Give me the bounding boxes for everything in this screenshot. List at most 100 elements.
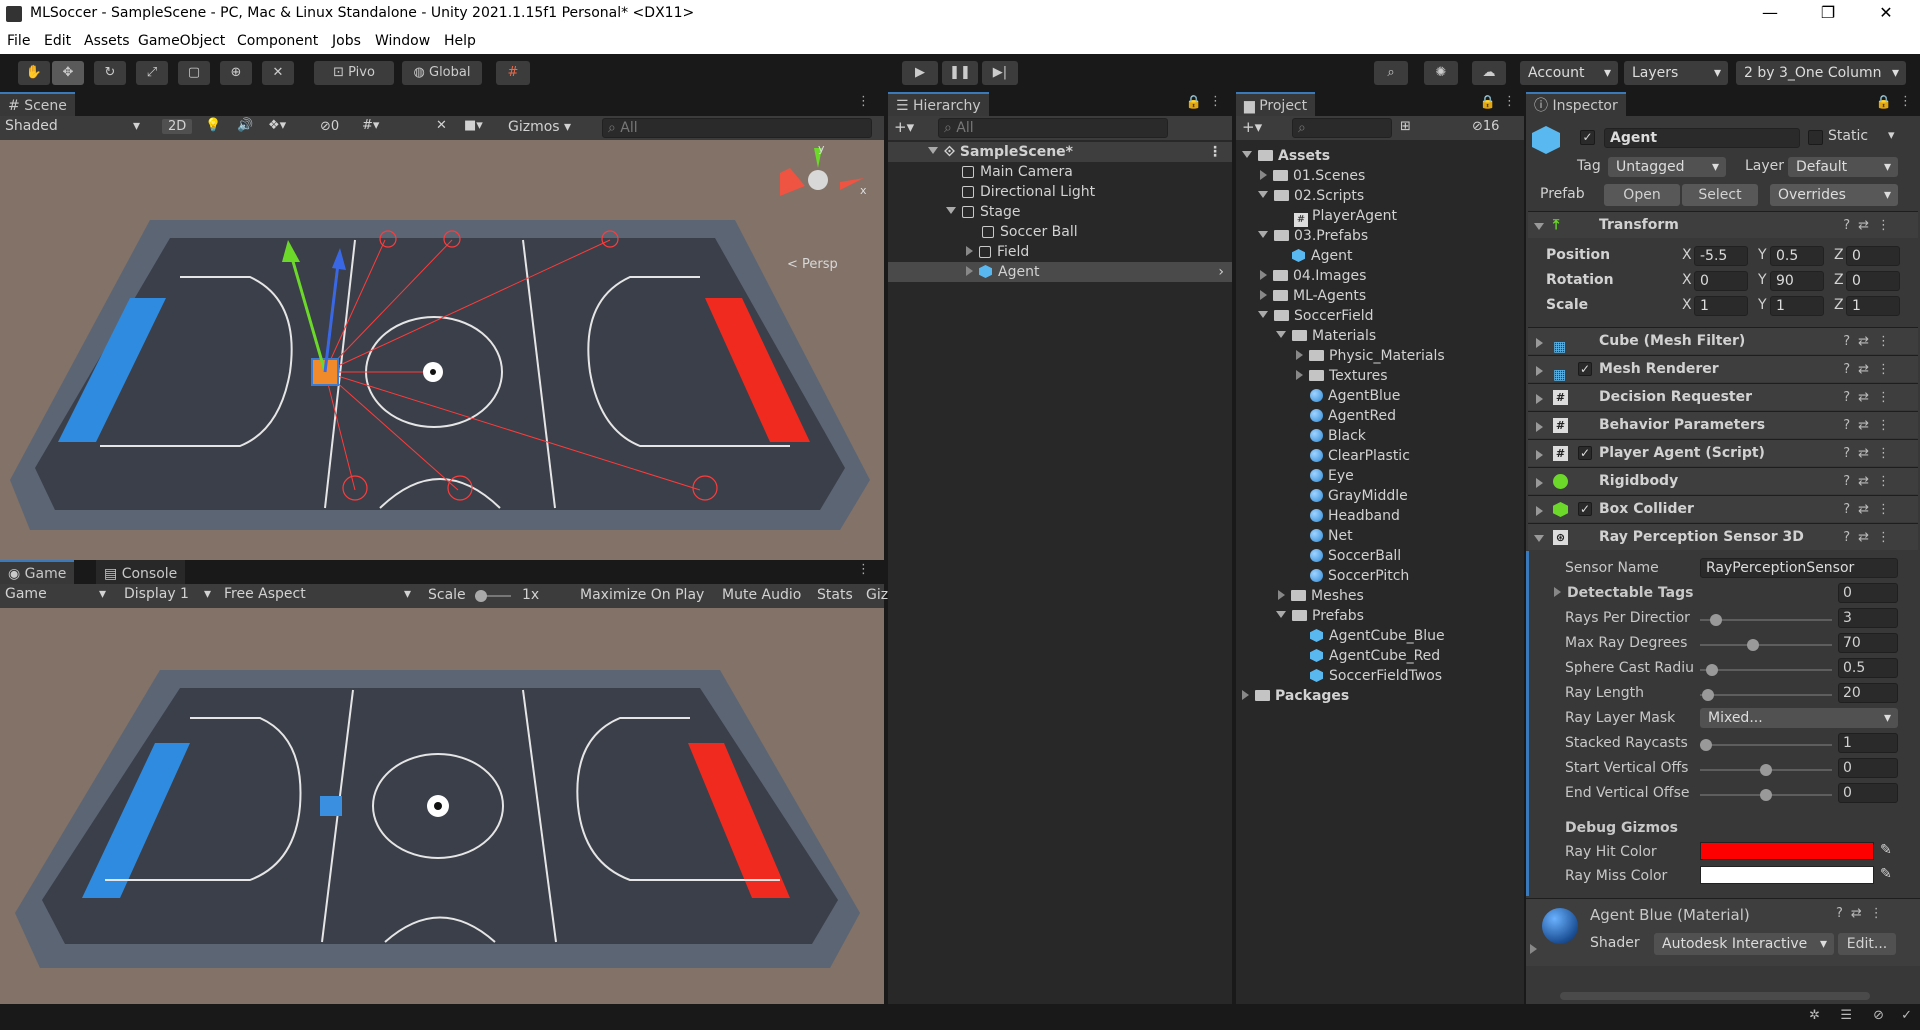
component-actions[interactable]: ?⇄⋮ — [1843, 524, 1898, 551]
list-item[interactable]: Materials — [1236, 326, 1376, 346]
menu-gameobject[interactable]: GameObject — [138, 33, 225, 49]
player-agent-header[interactable]: # ✓ Player Agent (Script) ?⇄⋮ — [1528, 439, 1918, 466]
list-item[interactable]: SoccerFieldTwos — [1236, 666, 1442, 686]
enabled-checkbox[interactable]: ✓ — [1578, 362, 1592, 376]
sphere-cast-radius-field[interactable]: 0.5 — [1838, 658, 1898, 678]
list-item[interactable]: ⟐ SampleScene* ⋮ — [888, 142, 1232, 162]
mesh-filter-header[interactable]: ▦ Cube (Mesh Filter) ?⇄⋮ — [1528, 327, 1918, 355]
list-item[interactable]: Assets — [1236, 146, 1330, 166]
lock-icon[interactable]: 🔒 — [1186, 95, 1202, 110]
stacked-raycasts-slider[interactable] — [1700, 739, 1832, 751]
scale-y-field[interactable]: 1 — [1770, 296, 1824, 316]
behavior-parameters-header[interactable]: # Behavior Parameters ?⇄⋮ — [1528, 411, 1918, 438]
list-item[interactable]: Field — [888, 242, 1029, 262]
search-icon[interactable]: ⌕ — [1374, 61, 1408, 85]
ray-length-field[interactable]: 20 — [1838, 683, 1898, 703]
rigidbody-header[interactable]: Rigidbody ?⇄⋮ — [1528, 467, 1918, 494]
display-mode-dropdown[interactable]: Game ▾ — [5, 586, 111, 602]
scene-search-input[interactable]: ⌕ All — [602, 118, 872, 138]
shader-dropdown[interactable]: Autodesk Interactive — [1654, 933, 1834, 955]
list-item[interactable]: AgentBlue — [1236, 386, 1400, 406]
position-y-field[interactable]: 0.5 — [1770, 246, 1824, 266]
more-icon[interactable]: ⋮ — [1209, 94, 1222, 109]
detectable-tags-count[interactable]: 0 — [1838, 583, 1898, 603]
gizmos-toggle[interactable]: Giz — [866, 587, 888, 603]
hidden-objects-icon[interactable]: ⊘0 — [320, 119, 339, 134]
scale-x-field[interactable]: 1 — [1694, 296, 1748, 316]
list-item[interactable]: Agent › — [888, 262, 1232, 282]
aspect-dropdown[interactable]: Free Aspect ▾ — [224, 586, 416, 602]
list-item[interactable]: # PlayerAgent — [1236, 206, 1397, 227]
account-dropdown[interactable]: Account — [1520, 61, 1618, 85]
scene-viewport[interactable]: y x < Persp — [0, 140, 884, 560]
list-item[interactable]: Net — [1236, 526, 1353, 546]
close-button[interactable]: ✕ — [1866, 3, 1906, 22]
more-icon[interactable]: ⋮ — [857, 562, 870, 577]
list-item[interactable]: Headband — [1236, 506, 1400, 526]
list-item[interactable]: Prefabs — [1236, 606, 1364, 626]
list-item[interactable]: Packages — [1236, 686, 1349, 706]
start-vertical-offset-field[interactable]: 0 — [1838, 758, 1898, 778]
stacked-raycasts-field[interactable]: 1 — [1838, 733, 1898, 753]
component-actions[interactable]: ?⇄⋮ — [1843, 412, 1898, 439]
object-name-input[interactable]: Agent — [1604, 128, 1800, 148]
overrides-dropdown[interactable]: Overrides — [1770, 184, 1898, 206]
check-icon[interactable]: ✓ — [1901, 1008, 1912, 1023]
ray-length-slider[interactable] — [1700, 689, 1832, 701]
menu-jobs[interactable]: Jobs — [332, 33, 361, 49]
stats-toggle[interactable]: Stats — [817, 587, 853, 603]
move-tool-icon[interactable]: ✥ — [52, 61, 84, 85]
menu-file[interactable]: File — [7, 33, 30, 49]
more-icon[interactable]: ⋮ — [1899, 94, 1912, 109]
ray-hit-color-swatch[interactable] — [1700, 842, 1874, 860]
list-item[interactable]: Main Camera — [888, 162, 1073, 182]
list-item[interactable]: Agent — [1236, 246, 1352, 266]
maximize-on-play-toggle[interactable]: Maximize On Play — [580, 587, 704, 603]
gizmos-dropdown[interactable]: Gizmos ▾ — [508, 119, 571, 135]
more-icon[interactable]: ⋮ — [1503, 94, 1516, 109]
list-item[interactable]: SoccerField — [1236, 306, 1374, 326]
detectable-tags-label[interactable]: Detectable Tags — [1554, 585, 1693, 601]
list-item[interactable]: AgentCube_Red — [1236, 646, 1440, 666]
list-item[interactable]: Black — [1236, 426, 1366, 446]
box-collider-header[interactable]: ✓ Box Collider ?⇄⋮ — [1528, 495, 1918, 522]
persp-label[interactable]: < Persp — [787, 257, 838, 272]
tab-inspector[interactable]: ⓘ Inspector — [1526, 92, 1626, 116]
hidden-packages-icon[interactable]: ⊘16 — [1472, 119, 1499, 134]
tab-console[interactable]: ▤ Console — [96, 560, 186, 584]
shader-edit-button[interactable]: Edit... — [1838, 933, 1896, 955]
rotation-z-field[interactable]: 0 — [1846, 271, 1900, 291]
static-checkbox[interactable] — [1808, 130, 1823, 145]
ray-perception-header[interactable]: ⊛ Ray Perception Sensor 3D ?⇄⋮ — [1528, 523, 1918, 550]
max-ray-degrees-field[interactable]: 70 — [1838, 633, 1898, 653]
hand-tool-icon[interactable]: ✋ — [18, 61, 50, 85]
eyedropper-icon[interactable]: ✎ — [1880, 866, 1892, 882]
decision-requester-header[interactable]: # Decision Requester ?⇄⋮ — [1528, 383, 1918, 410]
lock-icon[interactable]: 🔒 — [1480, 95, 1496, 110]
transform-tool-icon[interactable]: ⊕ — [220, 61, 252, 85]
menu-help[interactable]: Help — [444, 33, 476, 49]
custom-tool-icon[interactable]: ✕ — [262, 61, 294, 85]
component-actions[interactable]: ?⇄⋮ — [1843, 212, 1898, 239]
end-vertical-offset-slider[interactable] — [1700, 789, 1832, 801]
add-button[interactable]: +▾ — [1242, 118, 1262, 136]
maximize-button[interactable]: ❐ — [1808, 3, 1848, 22]
enabled-checkbox[interactable]: ✓ — [1578, 446, 1592, 460]
inspector-scrollbar[interactable] — [1560, 992, 1870, 1000]
rotate-tool-icon[interactable]: ↻ — [94, 61, 126, 85]
scale-tool-icon[interactable]: ⤢ — [136, 61, 168, 85]
start-vertical-offset-slider[interactable] — [1700, 764, 1832, 776]
tools-icon[interactable]: ✕ — [436, 118, 447, 133]
layers-dropdown[interactable]: Layers — [1624, 61, 1728, 85]
component-actions[interactable]: ?⇄⋮ — [1843, 356, 1898, 383]
shading-dropdown[interactable]: Shaded ▾ — [5, 118, 145, 134]
list-item[interactable]: Textures — [1236, 366, 1388, 386]
end-vertical-offset-field[interactable]: 0 — [1838, 783, 1898, 803]
game-viewport[interactable] — [0, 608, 884, 1004]
ray-layer-mask-dropdown[interactable]: Mixed... — [1700, 708, 1898, 728]
bug-icon[interactable]: ⊘ — [1873, 1008, 1884, 1023]
rays-per-direction-slider[interactable] — [1700, 614, 1832, 626]
layout-dropdown[interactable]: 2 by 3_One Column — [1736, 61, 1906, 85]
list-item[interactable]: SoccerBall — [1236, 546, 1401, 566]
list-item[interactable]: Physic_Materials — [1236, 346, 1445, 366]
